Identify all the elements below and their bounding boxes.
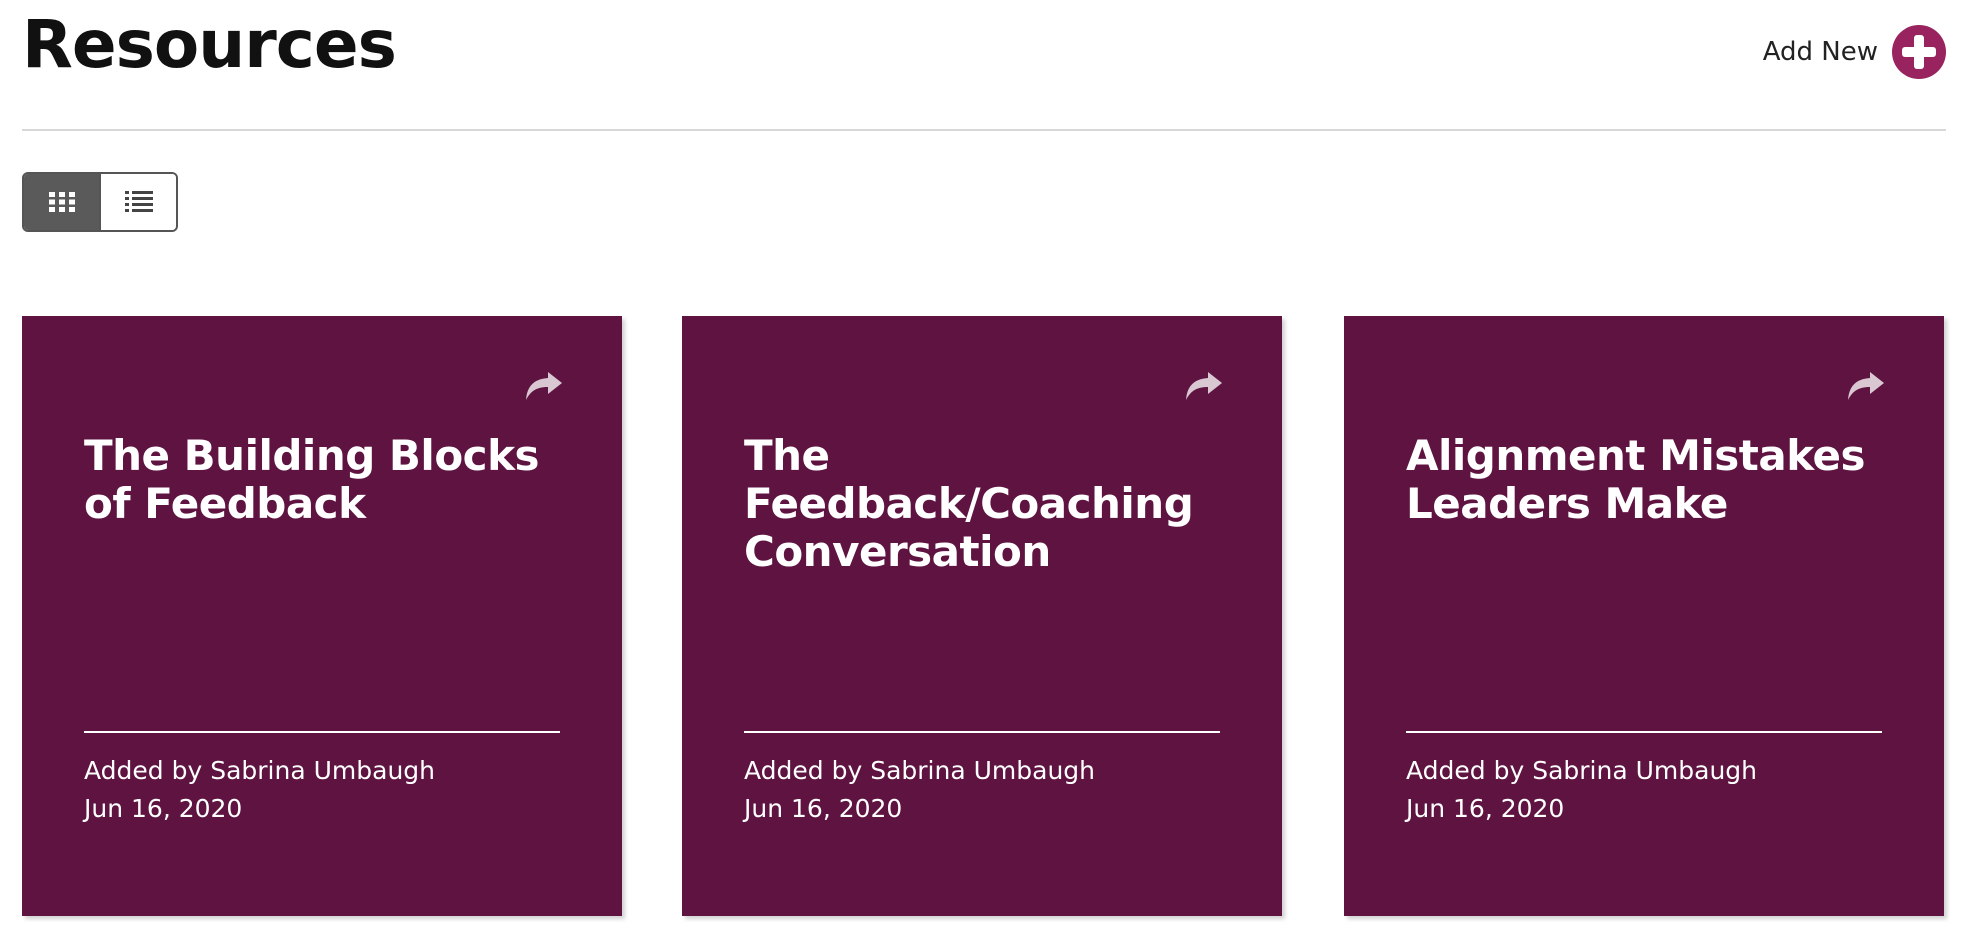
card-meta: Added by Sabrina Umbaugh Jun 16, 2020 xyxy=(1406,752,1757,828)
resource-card[interactable]: Alignment Mistakes Leaders Make Added by… xyxy=(1344,316,1944,916)
plus-circle-icon[interactable] xyxy=(1892,25,1946,79)
share-icon[interactable] xyxy=(524,370,564,404)
list-icon xyxy=(124,191,153,212)
card-author: Added by Sabrina Umbaugh xyxy=(744,756,1096,785)
add-new-button[interactable]: Add New xyxy=(1763,25,1946,79)
card-author: Added by Sabrina Umbaugh xyxy=(1406,756,1758,785)
resource-card[interactable]: The Feedback/Coaching Conversation Added… xyxy=(682,316,1282,916)
card-date: Jun 16, 2020 xyxy=(744,794,903,823)
share-icon[interactable] xyxy=(1846,370,1886,404)
grid-icon xyxy=(48,192,75,212)
page-title: Resources xyxy=(22,6,397,83)
card-divider xyxy=(84,731,560,733)
add-new-label: Add New xyxy=(1762,37,1878,67)
header-divider xyxy=(22,129,1946,131)
card-title: The Building Blocks of Feedback xyxy=(84,431,540,528)
view-toggle xyxy=(22,172,178,232)
card-divider xyxy=(744,731,1220,733)
card-title: Alignment Mistakes Leaders Make xyxy=(1406,431,1866,528)
resource-card-grid: The Building Blocks of Feedback Added by… xyxy=(22,316,1946,916)
list-view-button[interactable] xyxy=(99,174,176,230)
resource-card[interactable]: The Building Blocks of Feedback Added by… xyxy=(22,316,622,916)
share-icon[interactable] xyxy=(1184,370,1224,404)
card-divider xyxy=(1406,731,1882,733)
card-date: Jun 16, 2020 xyxy=(84,794,243,823)
card-meta: Added by Sabrina Umbaugh Jun 16, 2020 xyxy=(744,752,1095,828)
card-date: Jun 16, 2020 xyxy=(1406,794,1565,823)
card-author: Added by Sabrina Umbaugh xyxy=(84,756,436,785)
card-meta: Added by Sabrina Umbaugh Jun 16, 2020 xyxy=(84,752,435,828)
grid-view-button[interactable] xyxy=(24,174,99,230)
card-title: The Feedback/Coaching Conversation xyxy=(744,431,1194,576)
resources-page: Resources Add New The Building Blocks of… xyxy=(0,0,1968,950)
